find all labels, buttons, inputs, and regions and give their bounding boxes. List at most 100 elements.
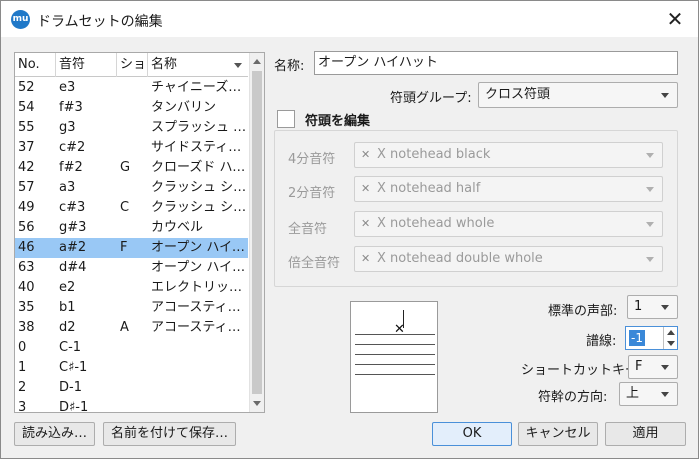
row-note: d2	[59, 320, 76, 335]
voice-select[interactable]: 1	[627, 295, 678, 319]
row-name: チャイニーズシ…	[151, 80, 248, 95]
header-no[interactable]: No.	[15, 53, 56, 77]
table-row[interactable]: 2 D-1	[15, 378, 248, 398]
quarter-notehead-select[interactable]: ✕ X notehead black	[354, 142, 663, 168]
row-no: 3	[18, 400, 27, 413]
header-name[interactable]: 名称	[148, 53, 248, 77]
notehead-preview: ✕	[350, 301, 438, 413]
row-shortcut	[117, 358, 147, 378]
window-title: ドラムセットの編集	[37, 14, 163, 30]
table-row[interactable]: 54 f#3 タンバリン	[15, 98, 248, 118]
staff-line	[355, 334, 435, 335]
line-spinbox[interactable]: -1	[625, 326, 678, 350]
scroll-thumb[interactable]	[252, 71, 262, 394]
row-name	[148, 398, 248, 412]
row-no: 56	[18, 220, 35, 235]
row-no: 54	[18, 100, 35, 115]
half-label: 2分音符	[288, 186, 336, 201]
breve-notehead-select[interactable]: ✕ X notehead double whole	[354, 246, 663, 272]
row-no: 49	[18, 200, 35, 215]
staff-line	[355, 374, 435, 375]
table-row[interactable]: 57 a3 クラッシュ シン…	[15, 178, 248, 198]
drumset-dialog: mu ドラムセットの編集 ✕ No. 音符 ショ 名称 52 e3 チャイニーズシ……	[0, 0, 699, 459]
table-row[interactable]: 35 b1 アコースティッ…	[15, 298, 248, 318]
row-shortcut	[117, 138, 147, 158]
row-name: スプラッシュ シ…	[151, 120, 248, 135]
table-row[interactable]: 63 d#4 オープン ハイ …	[15, 258, 248, 278]
row-note: f#2	[59, 160, 83, 175]
table-row[interactable]: 56 g#3 カウベル	[15, 218, 248, 238]
spin-up-icon[interactable]	[667, 330, 675, 335]
row-no: 38	[18, 320, 35, 335]
name-field[interactable]: オープン ハイハット	[314, 51, 678, 75]
close-icon[interactable]: ✕	[658, 5, 692, 33]
header-name-label: 名称	[151, 57, 178, 72]
chevron-down-icon	[646, 257, 654, 262]
table-row[interactable]: 37 c#2 サイドスティック	[15, 138, 248, 158]
load-button[interactable]: 読み込み…	[14, 422, 95, 446]
spin-buttons[interactable]	[663, 327, 677, 349]
row-note: a#2	[59, 240, 87, 255]
row-note: D♯-1	[59, 400, 89, 413]
row-note: C-1	[59, 340, 82, 355]
table-row[interactable]: 49 c#3 C クラッシュ シン…	[15, 198, 248, 218]
row-shortcut	[117, 298, 147, 318]
chevron-down-icon	[661, 305, 669, 310]
table-row[interactable]: 0 C-1	[15, 338, 248, 358]
list-header: No. 音符 ショ 名称	[15, 53, 248, 77]
line-value[interactable]: -1	[629, 330, 645, 346]
row-note: d#4	[59, 260, 87, 275]
row-note: b1	[59, 300, 76, 315]
row-name	[148, 338, 248, 358]
row-shortcut: F	[120, 240, 128, 255]
row-shortcut	[117, 178, 147, 198]
x-whole-notehead-icon: ✕	[361, 217, 371, 230]
x-double-whole-notehead-icon: ✕	[361, 252, 371, 265]
chevron-down-icon	[646, 187, 654, 192]
stem-label: 符幹の方向:	[538, 390, 608, 405]
spin-down-icon[interactable]	[667, 341, 675, 346]
notehead-group-select[interactable]: クロス符頭	[478, 82, 678, 108]
whole-notehead-select[interactable]: ✕ X notehead whole	[354, 211, 663, 237]
scroll-down-icon[interactable]	[253, 401, 261, 406]
table-row[interactable]: 46 a#2 F オープン ハイハ…	[15, 238, 248, 258]
x-notehead-icon: ✕	[361, 148, 371, 161]
table-row[interactable]: 1 C♯-1	[15, 358, 248, 378]
row-note: g3	[59, 120, 76, 135]
row-name: エレクトリック …	[151, 280, 248, 295]
apply-button[interactable]: 適用	[605, 422, 686, 446]
row-note: a3	[59, 180, 76, 195]
half-notehead-select[interactable]: ✕ X notehead half	[354, 176, 663, 202]
row-name: カウベル	[151, 220, 204, 235]
stem-direction-select[interactable]: 上	[619, 382, 678, 406]
row-note: e2	[59, 280, 76, 295]
save-as-button[interactable]: 名前を付けて保存…	[103, 422, 236, 446]
table-row[interactable]: 52 e3 チャイニーズシ…	[15, 78, 248, 98]
row-note: C♯-1	[59, 360, 88, 375]
edit-noteheads-checkbox[interactable]	[277, 110, 295, 128]
row-no: 2	[18, 380, 27, 395]
cancel-button[interactable]: キャンセル	[518, 422, 598, 446]
drum-list[interactable]: No. 音符 ショ 名称 52 e3 チャイニーズシ… 54 f#3 タンバリン 55 g3 ス…	[14, 52, 265, 413]
row-note: f#3	[59, 100, 83, 115]
table-row[interactable]: 38 d2 A アコースティッ…	[15, 318, 248, 338]
table-row[interactable]: 40 e2 エレクトリック …	[15, 278, 248, 298]
breve-label: 倍全音符	[288, 256, 341, 271]
app-icon: mu	[11, 10, 30, 29]
row-name	[148, 358, 248, 378]
staff-line	[355, 354, 435, 355]
shortcut-select[interactable]: F	[628, 355, 678, 379]
table-row[interactable]: 55 g3 スプラッシュ シ…	[15, 118, 248, 138]
ok-button[interactable]: OK	[432, 422, 512, 446]
shortcut-value: F	[635, 359, 643, 374]
half-value: X notehead half	[377, 181, 481, 196]
header-note[interactable]: 音符	[56, 53, 117, 77]
list-scrollbar[interactable]	[249, 53, 264, 412]
line-label: 譜線:	[586, 334, 617, 349]
table-row[interactable]: 3 D♯-1	[15, 398, 248, 413]
row-note: e3	[59, 80, 76, 95]
chevron-down-icon	[661, 392, 669, 397]
table-row[interactable]: 42 f#2 G クローズド ハイ…	[15, 158, 248, 178]
scroll-up-icon[interactable]	[253, 59, 261, 64]
header-shortcut[interactable]: ショ	[117, 53, 148, 77]
